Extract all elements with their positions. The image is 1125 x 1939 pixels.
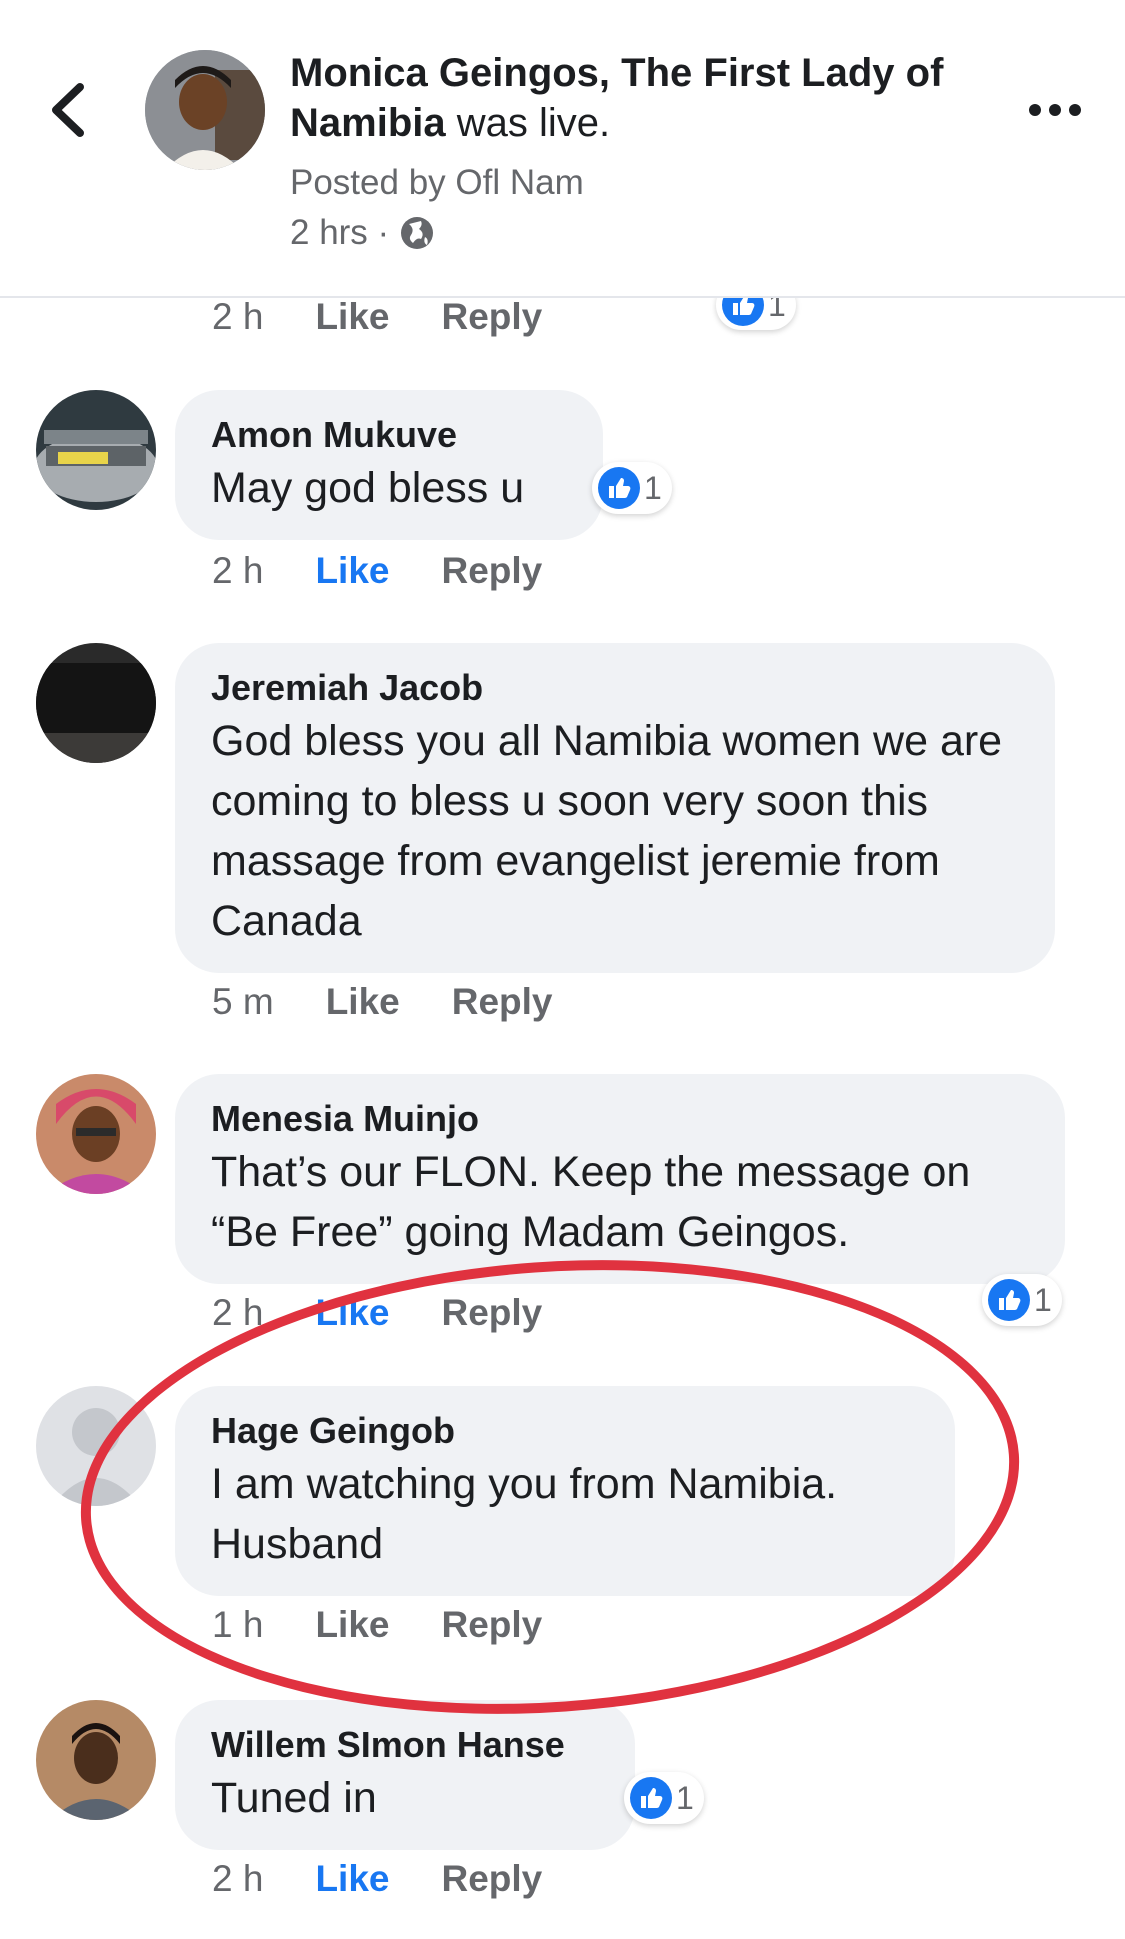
avatar[interactable] [36,1700,156,1820]
comment-author[interactable]: Willem SImon Hanse [211,1722,599,1768]
comment-time[interactable]: 2 h [212,550,263,592]
comment-time[interactable]: 5 m [212,981,274,1023]
comment-actions: 2 h Like Reply [212,550,542,592]
reply-button[interactable]: Reply [441,1858,542,1900]
reaction-count: 1 [644,469,662,506]
chevron-left-icon [52,83,84,137]
back-button[interactable] [40,75,100,145]
comment-time[interactable]: 2 h [212,1858,263,1900]
globe-icon [401,217,434,249]
page-name[interactable]: Monica Geingos, The First Lady of Namibi… [290,51,943,145]
reply-button[interactable]: Reply [452,981,553,1023]
comment-time[interactable]: 2 h [212,296,263,338]
post-time-row: 2 hrs · [290,213,435,253]
comment-text: Tuned in [211,1774,377,1822]
comment-text: God bless you all Namibia women we are c… [211,717,1003,945]
thumbs-up-icon [630,1777,672,1819]
like-button[interactable]: Like [315,1292,389,1334]
comment-time[interactable]: 1 h [212,1604,263,1646]
posted-by: Posted by Ofl Nam [290,163,584,202]
comment-bubble[interactable]: Amon Mukuve May god bless u [175,390,603,540]
like-button[interactable]: Like [315,550,389,592]
like-button[interactable]: Like [326,981,400,1023]
post-header: Monica Geingos, The First Lady of Namibi… [0,0,1125,298]
avatar[interactable] [36,1386,156,1506]
avatar[interactable] [36,390,156,510]
like-button[interactable]: Like [315,1858,389,1900]
more-icon-dot [1069,104,1081,116]
reply-button[interactable]: Reply [441,550,542,592]
reaction-count: 1 [676,1779,694,1816]
comment-bubble[interactable]: Hage Geingob I am watching you from Nami… [175,1386,955,1596]
reply-button[interactable]: Reply [441,1604,542,1646]
comment-author[interactable]: Menesia Muinjo [211,1096,1029,1142]
comment-text: I am watching you from Namibia. Husband [211,1460,838,1568]
reply-button[interactable]: Reply [441,1292,542,1334]
page-avatar[interactable] [145,50,265,170]
comment-bubble[interactable]: Willem SImon Hanse Tuned in [175,1700,635,1850]
reaction-badge[interactable]: 1 [592,462,672,514]
comment-author[interactable]: Amon Mukuve [211,412,567,458]
avatar[interactable] [36,643,156,763]
comment-actions: 2 h Like Reply [212,296,542,338]
comment-text: That’s our FLON. Keep the message on “Be… [211,1148,971,1256]
reply-button[interactable]: Reply [441,296,542,338]
thumbs-up-icon [598,467,640,509]
like-button[interactable]: Like [315,1604,389,1646]
more-icon-dot [1049,104,1061,116]
thumbs-up-icon [988,1279,1030,1321]
post-title: Monica Geingos, The First Lady of Namibi… [290,48,1010,148]
post-time[interactable]: 2 hrs · [290,213,389,253]
comment-actions: 1 h Like Reply [212,1604,542,1646]
comment-actions: 2 h Like Reply [212,1858,542,1900]
more-button[interactable] [1025,95,1085,125]
like-button[interactable]: Like [315,296,389,338]
post-action: was live. [445,101,611,145]
avatar[interactable] [36,1074,156,1194]
comment-text: May god bless u [211,464,525,512]
comment-actions: 2 h Like Reply [212,1292,542,1334]
comment-actions: 5 m Like Reply [212,981,553,1023]
comment-author[interactable]: Jeremiah Jacob [211,665,1019,711]
more-icon [1029,104,1041,116]
comment-author[interactable]: Hage Geingob [211,1408,919,1454]
reaction-badge[interactable]: 1 [624,1772,704,1824]
reaction-badge[interactable]: 1 [982,1274,1062,1326]
comment-bubble[interactable]: Menesia Muinjo That’s our FLON. Keep the… [175,1074,1065,1284]
comment-time[interactable]: 2 h [212,1292,263,1334]
reaction-count: 1 [1034,1281,1052,1318]
comment-bubble[interactable]: Jeremiah Jacob God bless you all Namibia… [175,643,1055,973]
